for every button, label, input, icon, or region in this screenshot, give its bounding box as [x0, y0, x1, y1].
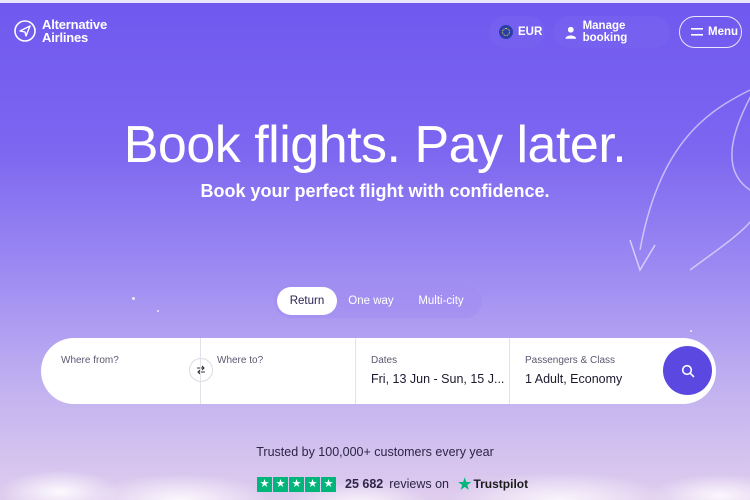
- flight-search-bar: Where from? Where to? Dates Fri, 13 Jun …: [41, 338, 716, 404]
- manage-booking-button[interactable]: Manage booking: [553, 16, 670, 48]
- star-icon: ★: [321, 476, 336, 492]
- hero-headline: Book flights. Pay later.: [123, 116, 627, 174]
- brand-logo[interactable]: Alternative Airlines: [14, 18, 122, 44]
- destination-field[interactable]: Where to?: [200, 338, 355, 404]
- eu-flag-icon: [499, 25, 513, 39]
- tab-return[interactable]: Return: [277, 287, 337, 315]
- hero-subline: Book your perfect flight with confidence…: [200, 181, 550, 201]
- trip-type-selector: Return One way Multi-city: [274, 284, 482, 318]
- menu-label: Menu: [708, 26, 739, 38]
- hamburger-icon: [691, 28, 703, 36]
- brand-name-line2: Airlines: [42, 30, 89, 45]
- user-icon: [565, 26, 577, 39]
- passengers-field[interactable]: Passengers & Class 1 Adult, Economy: [509, 338, 659, 404]
- dates-field[interactable]: Dates Fri, 13 Jun - Sun, 15 J...: [355, 338, 509, 404]
- search-icon: [681, 364, 694, 377]
- trustpilot-star-icon: ★: [457, 476, 472, 493]
- brand-name: Alternative Airlines: [42, 18, 122, 44]
- origin-field[interactable]: Where from?: [41, 338, 213, 404]
- trustpilot-rating[interactable]: ★ ★ ★ ★ ★ 25 682 reviews on ★ Trustpilot: [257, 475, 528, 493]
- manage-booking-label: Manage booking: [582, 20, 628, 44]
- destination-label: Where to?: [217, 355, 264, 366]
- top-border: [0, 0, 750, 3]
- dates-label: Dates: [371, 355, 398, 366]
- sparkle: [132, 297, 135, 300]
- paper-plane-icon: [14, 20, 36, 42]
- currency-button[interactable]: EUR: [489, 16, 545, 48]
- star-icon: ★: [305, 476, 320, 492]
- origin-label: Where from?: [61, 355, 119, 366]
- currency-label: EUR: [518, 26, 543, 38]
- sparkle: [690, 330, 692, 332]
- reviews-count: 25 682: [345, 477, 384, 491]
- search-button[interactable]: [663, 346, 712, 395]
- tab-one-way[interactable]: One way: [337, 287, 405, 315]
- passengers-label: Passengers & Class: [525, 355, 616, 366]
- passengers-value: 1 Adult, Economy: [525, 372, 623, 386]
- rating-stars: ★ ★ ★ ★ ★: [257, 476, 336, 492]
- reviews-on-text: reviews on: [389, 477, 449, 491]
- dates-value: Fri, 13 Jun - Sun, 15 J...: [371, 372, 505, 386]
- sparkle: [157, 310, 159, 312]
- star-icon: ★: [257, 476, 272, 492]
- menu-button[interactable]: Menu: [679, 16, 742, 48]
- trustpilot-name: Trustpilot: [473, 477, 529, 491]
- star-icon: ★: [289, 476, 304, 492]
- tab-multi-city[interactable]: Multi-city: [405, 287, 477, 315]
- star-icon: ★: [273, 476, 288, 492]
- trust-headline: Trusted by 100,000+ customers every year: [256, 445, 494, 459]
- trustpilot-logo: ★ Trustpilot: [458, 475, 528, 493]
